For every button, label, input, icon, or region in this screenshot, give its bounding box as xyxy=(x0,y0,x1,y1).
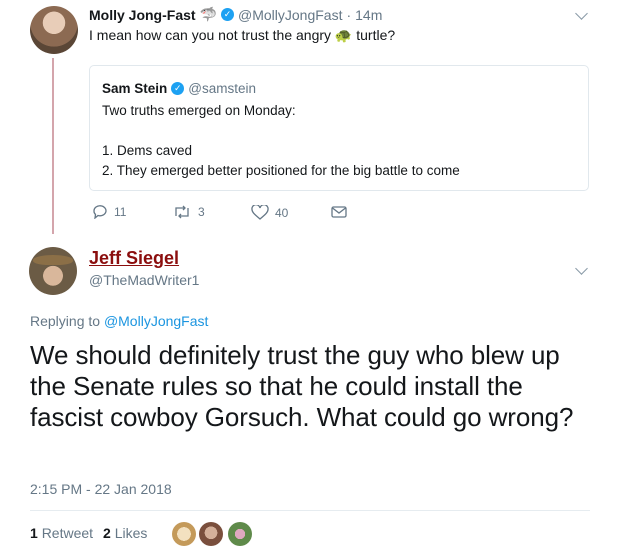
envelope-icon xyxy=(331,206,347,218)
quote-author-name: Sam Stein xyxy=(102,81,168,96)
main-author-handle[interactable]: @TheMadWriter1 xyxy=(89,272,199,288)
thread-connector-line xyxy=(52,58,54,234)
retweets-label: Retweet xyxy=(41,525,94,541)
like-action[interactable]: 40 xyxy=(251,205,288,220)
quote-verified-badge-icon: ✓ xyxy=(171,82,185,95)
verified-badge-icon: ✓ xyxy=(221,8,234,21)
retweets-count: 1 xyxy=(30,525,38,541)
quote-line-1: Two truths emerged on Monday: xyxy=(102,103,296,118)
heart-icon xyxy=(251,205,269,220)
liker-avatar-3[interactable] xyxy=(228,522,252,546)
parent-text-after: turtle? xyxy=(356,27,396,43)
likes-stat[interactable]: 2 Likes xyxy=(103,525,147,541)
parent-tweet-text: I mean how can you not trust the angry 🐢… xyxy=(89,27,395,44)
retweets-stat[interactable]: 1 Retweet xyxy=(30,525,93,541)
replying-to-link[interactable]: @MollyJongFast xyxy=(104,313,208,329)
separator-dot: · xyxy=(346,6,352,23)
reply-action[interactable]: 11 xyxy=(92,205,126,219)
liker-avatar-1[interactable] xyxy=(172,522,196,546)
parent-author-name[interactable]: Molly Jong-Fast xyxy=(89,7,196,23)
replying-prefix: Replying to xyxy=(30,313,101,329)
quoted-tweet-card[interactable]: Sam Stein ✓ @samstein Two truths emerged… xyxy=(89,65,589,191)
message-action[interactable] xyxy=(331,205,347,219)
likes-label: Likes xyxy=(114,525,148,541)
likes-count: 2 xyxy=(103,525,111,541)
main-timestamp[interactable]: 2:15 PM - 22 Jan 2018 xyxy=(30,481,172,497)
replying-to: Replying to @MollyJongFast xyxy=(30,313,208,329)
avatar-jeff[interactable] xyxy=(29,247,77,295)
main-chevron-down-icon[interactable] xyxy=(575,262,588,275)
like-count: 40 xyxy=(275,205,289,220)
liker-avatar-2[interactable] xyxy=(199,522,223,546)
retweet-action[interactable]: 3 xyxy=(172,205,205,219)
turtle-emoji-icon: 🐢 xyxy=(334,27,353,43)
quote-line-2: 1. Dems caved xyxy=(102,143,193,158)
parent-text-before: I mean how can you not trust the angry xyxy=(89,27,332,43)
parent-time[interactable]: 14m xyxy=(355,7,382,23)
reply-count: 11 xyxy=(114,205,127,219)
main-tweet-text: We should definitely trust the guy who b… xyxy=(30,340,574,432)
main-author-name[interactable]: Jeff Siegel xyxy=(89,248,179,269)
stats-divider xyxy=(30,510,590,511)
avatar-molly[interactable] xyxy=(30,6,78,54)
parent-header: Molly Jong-Fast 🦈 ✓ @MollyJongFast · 14m xyxy=(89,6,382,23)
quote-header: Sam Stein ✓ @samstein xyxy=(102,81,256,96)
retweet-icon xyxy=(175,205,189,219)
parent-author-handle[interactable]: @MollyJongFast xyxy=(238,7,342,23)
reply-icon xyxy=(93,205,107,219)
quote-line-3: 2. They emerged better positioned for th… xyxy=(102,163,460,178)
quote-author-handle: @samstein xyxy=(188,81,257,96)
engagement-stats: 1 Retweet 2 Likes xyxy=(30,525,147,541)
parent-chevron-down-icon[interactable] xyxy=(575,7,588,20)
retweet-count: 3 xyxy=(198,205,205,219)
shark-emoji-icon: 🦈 xyxy=(199,6,217,22)
